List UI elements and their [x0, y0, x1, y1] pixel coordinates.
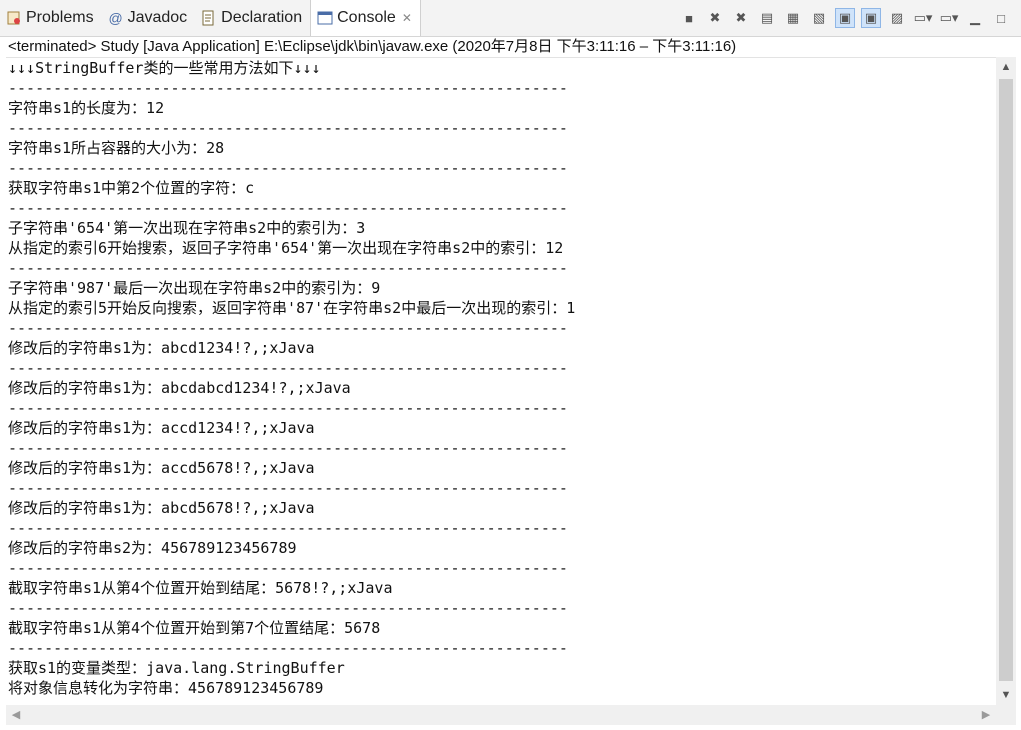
console-icon — [317, 10, 333, 26]
scroll-left-icon[interactable]: ◀ — [6, 705, 26, 725]
console-toolbar: ■ ✖ ✖ ▤ ▦ ▧ ▣ ▣ ▨ ▭▾ ▭▾ ▁ □ — [679, 6, 1011, 30]
scrollbar-thumb[interactable] — [999, 79, 1013, 681]
tab-label: Javadoc — [127, 9, 188, 26]
console-line: ↓↓↓StringBuffer类的一些常用方法如下↓↓↓ — [8, 59, 321, 77]
console-line: 修改后的字符串s1为：accd1234!?,;xJava — [8, 419, 315, 437]
console-line: 获取s1的变量类型：java.lang.StringBuffer — [8, 659, 345, 677]
vertical-scrollbar[interactable]: ▲ ▼ — [996, 57, 1016, 705]
console-line: ----------------------------------------… — [8, 439, 568, 457]
show-console-on-output-icon[interactable]: ▣ — [835, 8, 855, 28]
maximize-icon[interactable]: □ — [991, 8, 1011, 28]
scroll-right-icon[interactable]: ▶ — [976, 705, 996, 725]
show-console-on-error-icon[interactable]: ▣ — [861, 8, 881, 28]
console-line: ----------------------------------------… — [8, 559, 568, 577]
remove-all-icon[interactable]: ✖ — [731, 8, 751, 28]
pin-console-icon[interactable]: ▨ — [887, 8, 907, 28]
console-line: ----------------------------------------… — [8, 479, 568, 497]
tab-label: Problems — [26, 9, 94, 26]
console-line: ----------------------------------------… — [8, 599, 568, 617]
console-line: 字符串s1的长度为：12 — [8, 99, 165, 117]
remove-launch-icon[interactable]: ✖ — [705, 8, 725, 28]
console-line: 从指定的索引6开始搜索，返回子字符串'654'第一次出现在字符串s2中的索引：1… — [8, 239, 564, 257]
console-line: 子字符串'654'第一次出现在字符串s2中的索引为：3 — [8, 219, 366, 237]
tab-label: Declaration — [221, 9, 303, 26]
tab-console[interactable]: Console ✕ — [310, 0, 421, 36]
console-line: 将对象信息转化为字符串：456789123456789 — [8, 679, 324, 697]
tab-declaration[interactable]: Declaration — [195, 0, 310, 36]
console-line: 截取字符串s1从第4个位置开始到第7个位置结尾：5678 — [8, 619, 381, 637]
console-line: ----------------------------------------… — [8, 79, 568, 97]
declaration-icon — [201, 10, 217, 26]
minimize-icon[interactable]: ▁ — [965, 8, 985, 28]
console-line: ----------------------------------------… — [8, 119, 568, 137]
word-wrap-icon[interactable]: ▧ — [809, 8, 829, 28]
console-line: ----------------------------------------… — [8, 259, 568, 277]
console-line: 从指定的索引5开始反向搜索，返回字符串'87'在字符串s2中最后一次出现的索引：… — [8, 299, 576, 317]
console-line: ----------------------------------------… — [8, 359, 568, 377]
console-line: ----------------------------------------… — [8, 319, 568, 337]
console-line: 修改后的字符串s1为：accd5678!?,;xJava — [8, 459, 315, 477]
console-line: ----------------------------------------… — [8, 199, 568, 217]
console-line: 修改后的字符串s1为：abcd5678!?,;xJava — [8, 499, 315, 517]
tab-problems[interactable]: Problems — [0, 0, 102, 36]
console-line: 截取字符串s1从第4个位置开始到结尾：5678!?,;xJava — [8, 579, 393, 597]
scrollbar-corner — [996, 705, 1016, 725]
scroll-lock-icon[interactable]: ▦ — [783, 8, 803, 28]
scroll-up-icon[interactable]: ▲ — [996, 57, 1016, 77]
clear-console-icon[interactable]: ▤ — [757, 8, 777, 28]
terminate-icon[interactable]: ■ — [679, 8, 699, 28]
console-line: 子字符串'987'最后一次出现在字符串s2中的索引为：9 — [8, 279, 381, 297]
console-line: ----------------------------------------… — [8, 399, 568, 417]
console-line: 字符串s1所占容器的大小为：28 — [8, 139, 225, 157]
horizontal-scrollbar[interactable]: ◀ ▶ — [6, 705, 996, 725]
console-line: 修改后的字符串s1为：abcd1234!?,;xJava — [8, 339, 315, 357]
tab-label: Console — [337, 9, 396, 26]
console-line: 获取字符串s1中第2个位置的字符：c — [8, 179, 255, 197]
console-output[interactable]: ↓↓↓StringBuffer类的一些常用方法如下↓↓↓ -----------… — [6, 57, 996, 706]
open-console-icon[interactable]: ▭▾ — [939, 8, 959, 28]
close-icon[interactable]: ✕ — [402, 11, 412, 25]
console-line: ----------------------------------------… — [8, 639, 568, 657]
console-line: 修改后的字符串s2为：456789123456789 — [8, 539, 297, 557]
display-selected-console-icon[interactable]: ▭▾ — [913, 8, 933, 28]
scroll-down-icon[interactable]: ▼ — [996, 685, 1016, 705]
console-line: 修改后的字符串s1为：abcdabcd1234!?,;xJava — [8, 379, 351, 397]
console-line: ----------------------------------------… — [8, 159, 568, 177]
javadoc-icon: @ — [108, 10, 123, 26]
problems-icon — [6, 10, 22, 26]
console-line: ----------------------------------------… — [8, 519, 568, 537]
console-status-line: <terminated> Study [Java Application] E:… — [8, 38, 737, 55]
tab-javadoc[interactable]: @ Javadoc — [102, 0, 196, 36]
